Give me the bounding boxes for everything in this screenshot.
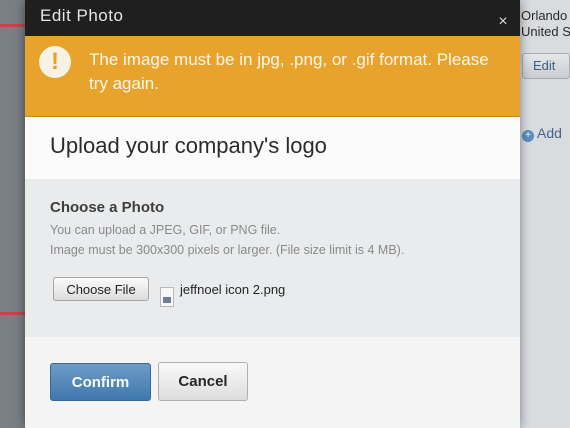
background-accent-line [0,24,25,27]
plus-icon: + [522,130,534,142]
background-accent-line [0,312,25,315]
background-city: Orlando [521,8,568,23]
dialog-heading-area: Upload your company's logo [25,117,520,179]
selected-file-name: jeffnoel icon 2.png [180,282,286,297]
edit-photo-dialog: Edit Photo × ! The image must be in jpg,… [25,0,520,428]
dialog-header: Edit Photo × [25,0,520,36]
dialog-footer: Confirm Cancel [25,337,520,428]
choose-photo-title: Choose a Photo [50,199,165,216]
file-icon [160,287,174,307]
choose-file-button[interactable]: Choose File [53,277,149,301]
upload-help-formats: You can upload a JPEG, GIF, or PNG file. [50,223,281,237]
dialog-heading: Upload your company's logo [50,133,327,158]
exclamation-icon: ! [39,46,71,78]
upload-help-size: Image must be 300x300 pixels or larger. … [50,243,405,257]
background-country: United S [521,24,570,39]
background-edit-button[interactable]: Edit [522,53,570,79]
dialog-title: Edit Photo [40,6,124,25]
alert-message: The image must be in jpg, .png, or .gif … [89,50,489,93]
background-add-label: Add [537,125,562,141]
background-add-link[interactable]: + Add [522,125,562,142]
upload-section: Choose a Photo You can upload a JPEG, GI… [25,179,520,337]
error-alert: ! The image must be in jpg, .png, or .gi… [25,36,520,117]
confirm-button[interactable]: Confirm [50,363,151,401]
close-icon[interactable]: × [496,14,510,30]
cancel-button[interactable]: Cancel [158,362,248,401]
background-page-left [0,0,25,428]
